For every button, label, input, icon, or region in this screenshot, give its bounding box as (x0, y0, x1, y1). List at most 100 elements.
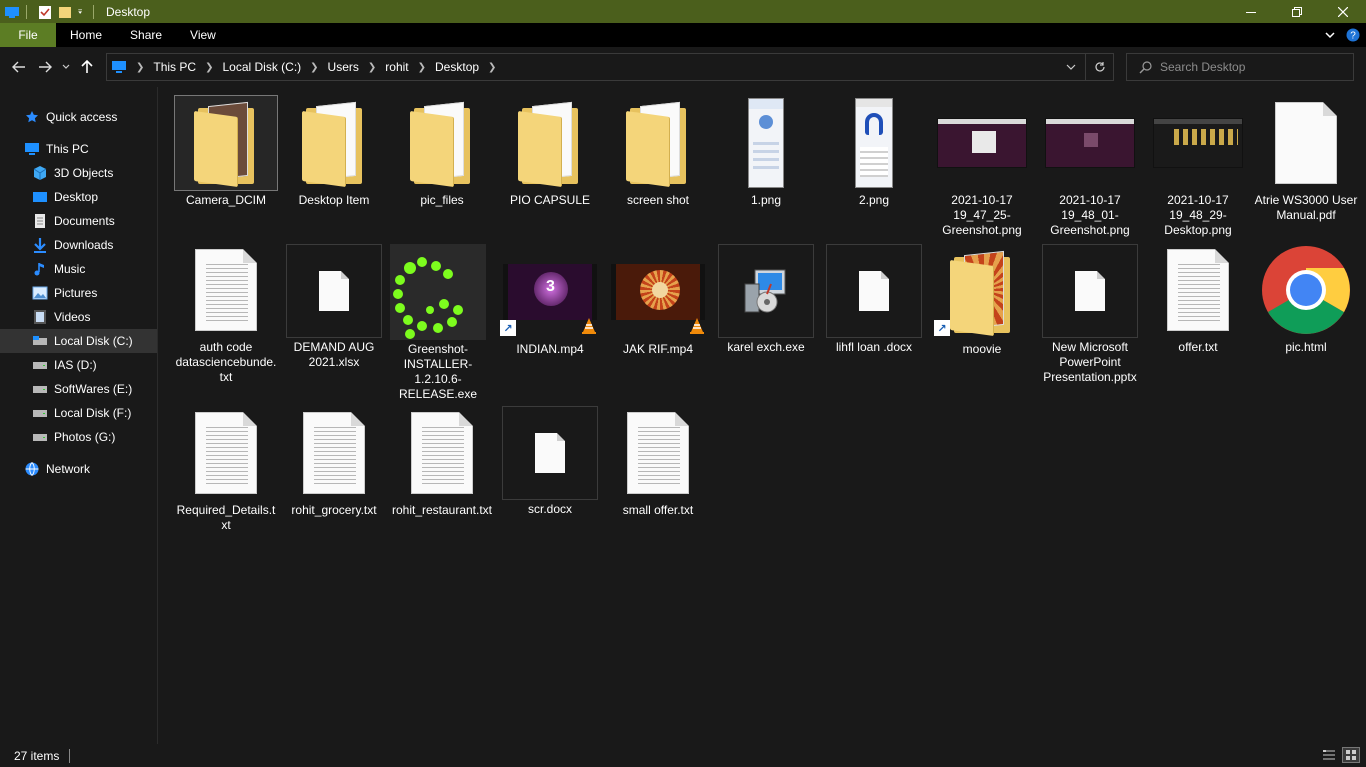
file-item[interactable]: 3 ↗ INDIAN.mp4 (498, 244, 602, 394)
file-item[interactable]: pic.html (1254, 242, 1358, 392)
refresh-button[interactable] (1085, 54, 1113, 80)
file-item[interactable]: Atrie WS3000 User Manual.pdf (1254, 95, 1358, 245)
drive-icon (32, 333, 48, 349)
file-item[interactable]: screen shot (606, 95, 710, 245)
file-item[interactable]: DEMAND AUG 2021.xlsx (286, 244, 382, 390)
navigation-bar: ❯ This PC ❯ Local Disk (C:) ❯ Users ❯ ro… (0, 47, 1366, 87)
folder-icon (606, 95, 710, 191)
arrow-left-icon (12, 61, 25, 73)
file-item[interactable]: small offer.txt (606, 405, 710, 555)
file-item[interactable]: auth code datasciencebunde.txt (174, 242, 278, 392)
navigation-pane: Quick access This PC 3D Objects Desktop … (0, 87, 158, 744)
folder-icon (390, 95, 494, 191)
large-icons-view-button[interactable] (1342, 747, 1360, 763)
sidebar-item-label: Local Disk (F:) (54, 406, 132, 420)
file-item[interactable]: 2.png (822, 95, 926, 245)
videos-icon (32, 309, 48, 325)
breadcrumb-local-disk-c[interactable]: Local Disk (C:) (222, 60, 301, 74)
help-icon[interactable]: ? (1346, 28, 1360, 42)
music-icon (32, 261, 48, 277)
search-box[interactable] (1126, 53, 1354, 81)
expand-ribbon-icon[interactable] (1324, 29, 1336, 41)
file-item[interactable]: New Microsoft PowerPoint Presentation.pp… (1042, 244, 1138, 390)
file-item[interactable]: karel exch.exe (718, 244, 814, 390)
new-folder-icon[interactable] (57, 4, 73, 20)
file-item[interactable]: 2021-10-17 19_47_25-Greenshot.png (930, 95, 1034, 245)
breadcrumb-users[interactable]: Users (328, 60, 359, 74)
file-item[interactable]: ↗ moovie (930, 244, 1034, 394)
file-item[interactable]: Required_Details.txt (174, 405, 278, 555)
3d-objects-icon (32, 165, 48, 181)
this-pc-icon (112, 61, 126, 73)
tab-file[interactable]: File (0, 23, 56, 47)
up-button[interactable] (74, 54, 100, 80)
file-item[interactable]: 1.png (714, 95, 818, 245)
tab-home[interactable]: Home (56, 23, 116, 47)
image-thumbnail (1038, 95, 1142, 191)
file-name: 2021-10-17 19_47_25-Greenshot.png (942, 193, 1022, 237)
minimize-button[interactable] (1228, 0, 1274, 23)
sidebar-item-this-pc[interactable]: This PC (24, 137, 181, 161)
properties-icon[interactable] (37, 4, 53, 20)
file-item[interactable]: JAK RIF.mp4 (606, 244, 710, 394)
file-name: rohit_restaurant.txt (391, 503, 493, 517)
file-item[interactable]: scr.docx (502, 406, 598, 552)
sidebar-item-quick-access[interactable]: Quick access (24, 105, 181, 129)
explorer-icon[interactable] (4, 4, 20, 20)
customize-toolbar-icon[interactable] (77, 4, 87, 20)
tab-share[interactable]: Share (116, 23, 176, 47)
sidebar-item-label: Quick access (46, 110, 118, 124)
address-bar[interactable]: ❯ This PC ❯ Local Disk (C:) ❯ Users ❯ ro… (106, 53, 1114, 81)
large-icons-view-icon (1346, 750, 1356, 760)
drive-icon (32, 429, 48, 445)
sidebar-item-label: IAS (D:) (54, 358, 97, 372)
image-thumbnail (822, 95, 926, 191)
file-name: INDIAN.mp4 (516, 342, 584, 356)
file-item[interactable]: rohit_restaurant.txt (390, 405, 494, 555)
details-view-icon (1323, 750, 1335, 760)
file-item[interactable]: Desktop Item (282, 95, 386, 245)
image-thumbnail (930, 95, 1034, 191)
file-item[interactable]: lihfl loan .docx (826, 244, 922, 390)
file-item[interactable]: rohit_grocery.txt (282, 405, 386, 555)
recent-locations-button[interactable] (58, 54, 74, 80)
sidebar-item-local-disk-c[interactable]: Local Disk (C:) (0, 329, 157, 353)
breadcrumb-rohit[interactable]: rohit (385, 60, 408, 74)
restore-icon (1292, 6, 1302, 17)
pictures-icon (32, 285, 48, 301)
sidebar-item-network[interactable]: Network (24, 457, 181, 481)
folder-icon (282, 95, 386, 191)
arrow-up-icon (81, 60, 93, 73)
file-name: pic.html (1285, 340, 1327, 354)
file-item[interactable]: offer.txt (1146, 242, 1250, 392)
greenshot-icon (390, 244, 486, 340)
search-input[interactable] (1160, 60, 1340, 74)
file-item[interactable]: 2021-10-17 19_48_01-Greenshot.png (1038, 95, 1142, 245)
restore-button[interactable] (1274, 0, 1320, 23)
tab-view[interactable]: View (176, 23, 230, 47)
breadcrumb-this-pc[interactable]: This PC (153, 60, 196, 74)
file-item[interactable]: PIO CAPSULE (498, 95, 602, 245)
file-item[interactable]: Camera_DCIM (174, 95, 278, 245)
sidebar-item-label: Downloads (54, 238, 114, 252)
sidebar-item-label: Music (54, 262, 86, 276)
address-history-button[interactable] (1057, 54, 1085, 80)
file-item[interactable]: Greenshot-INSTALLER-1.2.10.6-RELEASE.exe (390, 244, 494, 401)
vlc-icon (582, 318, 596, 334)
close-icon (1338, 6, 1348, 17)
forward-button[interactable] (32, 54, 58, 80)
folder-shortcut-icon: ↗ (930, 244, 1034, 340)
video-thumbnail: 3 ↗ (498, 244, 602, 340)
sidebar-item-label: Documents (54, 214, 115, 228)
file-name: lihfl loan .docx (835, 340, 913, 354)
sidebar-item-label: Photos (G:) (54, 430, 116, 444)
file-item[interactable]: pic_files (390, 95, 494, 245)
file-item[interactable]: 2021-10-17 19_48_29-Desktop.png (1146, 95, 1250, 245)
breadcrumb-desktop[interactable]: Desktop (435, 60, 479, 74)
file-name: auth code datasciencebunde.txt (175, 340, 277, 384)
details-view-button[interactable] (1320, 747, 1338, 763)
file-name: 2021-10-17 19_48_01-Greenshot.png (1050, 193, 1130, 237)
back-button[interactable] (6, 54, 32, 80)
close-button[interactable] (1320, 0, 1366, 23)
installer-icon (718, 244, 814, 338)
